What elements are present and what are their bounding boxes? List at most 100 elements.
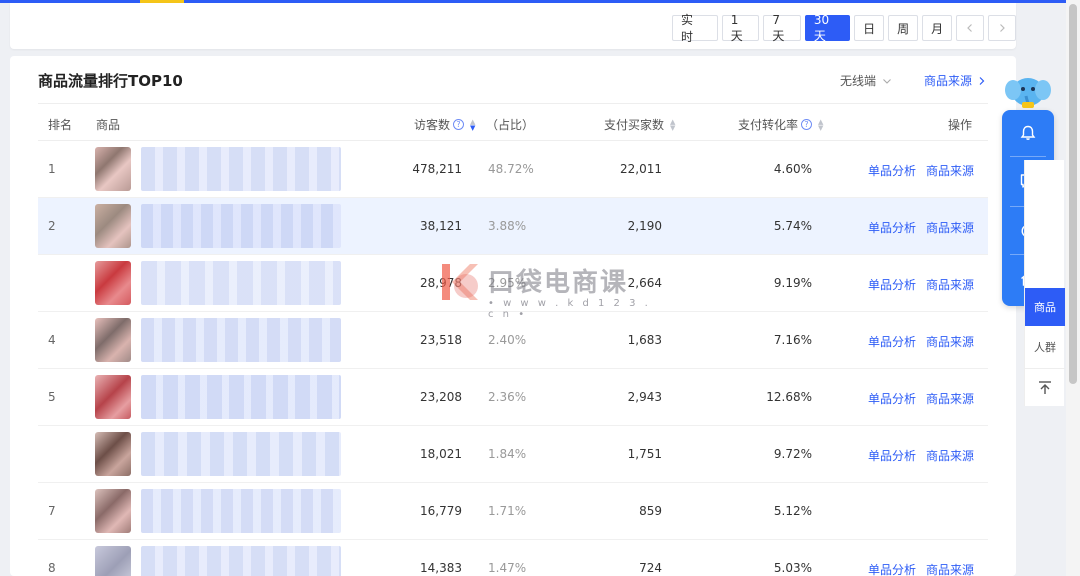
row-conversion: 9.19%	[773, 276, 812, 290]
single-analysis-link[interactable]: 单品分析	[868, 162, 916, 179]
row-visitors: 38,121	[420, 219, 462, 233]
range-30day-button[interactable]: 30天	[804, 13, 851, 43]
scrollbar-thumb[interactable]	[1069, 4, 1077, 384]
table-row: 8 14,383 1.47% 724 5.03% 单品分析 商品来源	[38, 540, 988, 576]
product-source-link[interactable]: 商品来源	[926, 561, 974, 576]
product-thumbnail[interactable]	[95, 546, 131, 576]
help-icon[interactable]: ?	[801, 119, 813, 130]
product-thumbnail[interactable]	[95, 375, 131, 419]
row-share: 1.47%	[488, 561, 527, 575]
platform-select-label: 无线端	[840, 74, 877, 88]
product-source-link[interactable]: 商品来源	[926, 447, 974, 464]
row-buyers: 724	[639, 561, 662, 575]
table-row: 2 38,121 3.88% 2,190 5.74% 单品分析 商品来源	[38, 198, 988, 255]
sort-icon[interactable]: ▲ ▼	[818, 118, 823, 131]
product-thumbnail[interactable]	[95, 261, 131, 305]
product-name-blurred[interactable]	[141, 204, 341, 248]
header-visitors[interactable]: 访客数 ? ▲ ▼	[414, 116, 475, 133]
product-thumbnail[interactable]	[95, 432, 131, 476]
row-buyers: 22,011	[620, 162, 662, 176]
traffic-ranking-table: 排名 商品 访客数 ? ▲ ▼ （占比） 支付买家数 ▲ ▼ 支付转化率 ? ▲ ▼ …	[38, 103, 988, 576]
range-month-button[interactable]: 月	[922, 15, 953, 41]
row-rank: 1	[48, 162, 56, 176]
single-analysis-link[interactable]: 单品分析	[868, 276, 916, 293]
row-share: 48.72%	[488, 162, 534, 176]
product-name-blurred[interactable]	[141, 147, 341, 191]
product-name-blurred[interactable]	[141, 318, 341, 362]
row-buyers: 1,683	[627, 333, 662, 347]
single-analysis-link[interactable]: 单品分析	[868, 219, 916, 236]
header-buyers[interactable]: 支付买家数 ▲ ▼	[604, 116, 675, 133]
product-thumbnail[interactable]	[95, 204, 131, 248]
row-share: 1.71%	[488, 504, 527, 518]
chevron-right-icon[interactable]	[988, 15, 1016, 41]
row-rank: 8	[48, 561, 56, 575]
product-thumbnail[interactable]	[95, 489, 131, 533]
header-conversion[interactable]: 支付转化率 ? ▲ ▼	[738, 116, 823, 133]
product-source-link[interactable]: 商品来源	[926, 276, 974, 293]
time-range-card: 实 时 1天 7天 30天 日 周 月	[10, 3, 1016, 49]
product-thumbnail[interactable]	[95, 147, 131, 191]
range-1day-button[interactable]: 1天	[721, 13, 760, 43]
row-share: 2.36%	[488, 390, 527, 404]
platform-select[interactable]: 无线端	[840, 72, 892, 89]
product-source-link[interactable]: 商品来源	[926, 219, 974, 236]
help-icon[interactable]: ?	[453, 119, 465, 130]
product-traffic-card: 商品流量排行TOP10 无线端 商品来源 排名 商品 访客数 ? ▲ ▼ （占比）…	[10, 56, 1016, 576]
row-visitors: 14,383	[420, 561, 462, 575]
row-conversion: 12.68%	[766, 390, 812, 404]
product-name-blurred[interactable]	[141, 261, 341, 305]
single-analysis-link[interactable]: 单品分析	[868, 447, 916, 464]
range-week-button[interactable]: 周	[888, 15, 919, 41]
single-analysis-link[interactable]: 单品分析	[868, 333, 916, 350]
product-thumbnail[interactable]	[95, 318, 131, 362]
card-title: 商品流量排行TOP10	[38, 72, 183, 90]
row-share: 1.84%	[488, 447, 527, 461]
back-to-top-icon[interactable]	[1025, 368, 1065, 406]
product-source-link[interactable]: 商品来源	[926, 390, 974, 407]
anchor-tab-crowd[interactable]: 人群	[1025, 328, 1065, 366]
row-visitors: 18,021	[420, 447, 462, 461]
chevron-down-icon	[883, 78, 891, 84]
table-row: 4 23,518 2.40% 1,683 7.16% 单品分析 商品来源	[38, 312, 988, 369]
row-conversion: 5.03%	[773, 561, 812, 575]
product-name-blurred[interactable]	[141, 489, 341, 533]
product-name-blurred[interactable]	[141, 375, 341, 419]
product-name-blurred[interactable]	[141, 546, 341, 576]
source-link[interactable]: 商品来源	[924, 72, 986, 89]
chevron-left-icon[interactable]	[956, 15, 985, 41]
row-share: 3.88%	[488, 219, 527, 233]
row-conversion: 9.72%	[773, 447, 812, 461]
row-buyers: 2,943	[627, 390, 662, 404]
product-name-blurred[interactable]	[141, 432, 341, 476]
row-rank: 2	[48, 219, 56, 233]
row-conversion: 5.12%	[773, 504, 812, 518]
product-source-link[interactable]: 商品来源	[926, 333, 974, 350]
source-link-label: 商品来源	[924, 74, 973, 88]
time-range-selector: 实 时 1天 7天 30天 日 周 月	[672, 13, 1016, 44]
table-row: 5 23,208 2.36% 2,943 12.68% 单品分析 商品来源	[38, 369, 988, 426]
row-visitors: 16,779	[420, 504, 462, 518]
range-realtime-button[interactable]: 实 时	[672, 13, 718, 44]
single-analysis-link[interactable]: 单品分析	[868, 390, 916, 407]
panel-divider	[1010, 156, 1046, 157]
row-rank: 5	[48, 390, 56, 404]
row-buyers: 2,664	[627, 276, 662, 290]
anchor-tab-product[interactable]: 商品	[1025, 288, 1065, 326]
header-action: 操作	[948, 118, 973, 132]
range-day-button[interactable]: 日	[854, 15, 885, 41]
bell-icon[interactable]	[1015, 120, 1041, 146]
row-conversion: 5.74%	[773, 219, 812, 233]
row-visitors: 28,978	[420, 276, 462, 290]
row-visitors: 478,211	[412, 162, 462, 176]
product-source-link[interactable]: 商品来源	[926, 162, 974, 179]
sort-desc-icon[interactable]: ▲ ▼	[470, 118, 475, 131]
sort-icon[interactable]: ▲ ▼	[670, 118, 675, 131]
row-share: 2.95%	[488, 276, 527, 290]
single-analysis-link[interactable]: 单品分析	[868, 561, 916, 576]
row-visitors: 23,518	[420, 333, 462, 347]
row-rank: 7	[48, 504, 56, 518]
page-scrollbar[interactable]	[1066, 0, 1080, 576]
range-7day-button[interactable]: 7天	[763, 13, 801, 43]
elephant-mascot-icon[interactable]	[1004, 74, 1052, 110]
